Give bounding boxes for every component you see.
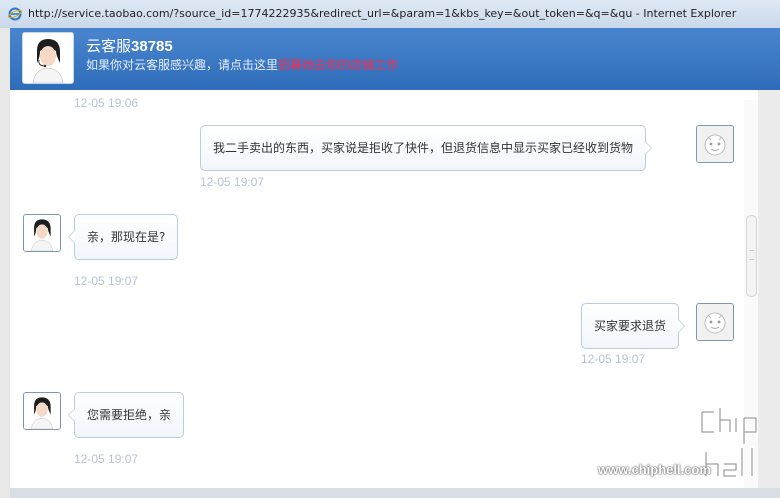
chat-header: 云客服38785 如果你对云客服感兴趣，请点击这里招募她去你的店铺工作 bbox=[10, 28, 780, 90]
agent-portrait-icon bbox=[24, 393, 60, 429]
agent-avatar-small bbox=[23, 392, 61, 430]
message-timestamp: 12-05 19:07 bbox=[581, 352, 646, 366]
recruit-text: 如果你对云客服感兴趣，请点击这里招募她去你的店铺工作 bbox=[86, 56, 398, 73]
message-timestamp: 12-05 19:06 bbox=[74, 96, 139, 110]
window-title-bar: http://service.taobao.com/?source_id=177… bbox=[0, 0, 780, 29]
recruit-link[interactable]: 招募她去你的店铺工作 bbox=[278, 58, 398, 72]
recruit-prompt: 如果你对云客服感兴趣，请点击这里 bbox=[86, 58, 279, 72]
message-timestamp: 12-05 19:07 bbox=[74, 452, 139, 466]
message-bubble-agent: 亲，那现在是? bbox=[67, 214, 179, 260]
agent-avatar bbox=[22, 32, 74, 84]
agent-avatar-small bbox=[23, 214, 61, 252]
scrollbar-thumb[interactable] bbox=[746, 215, 757, 297]
watermark-url: www.chiphell.com bbox=[598, 462, 711, 477]
message-bubble-customer: 我二手卖出的东西，买家说是拒收了快件，但退货信息中显示买家已经收到货物 bbox=[200, 125, 653, 171]
agent-name: 云客服38785 bbox=[86, 38, 173, 55]
window-title: http://service.taobao.com/?source_id=177… bbox=[28, 7, 737, 20]
message-bubble-agent: 您需要拒绝，亲 bbox=[67, 392, 185, 438]
watermark: www.chiphell.com bbox=[598, 400, 780, 498]
default-user-icon bbox=[697, 126, 733, 162]
scrollbar-grip-icon bbox=[749, 250, 754, 260]
message-timestamp: 12-05 19:07 bbox=[74, 274, 139, 288]
agent-portrait-icon bbox=[23, 33, 73, 83]
message-bubble-customer: 买家要求退货 bbox=[581, 303, 686, 349]
agent-portrait-icon bbox=[24, 215, 60, 251]
chiphell-logo-icon bbox=[700, 406, 758, 478]
internet-explorer-icon bbox=[8, 7, 22, 21]
customer-avatar bbox=[696, 125, 734, 163]
default-user-icon bbox=[697, 304, 733, 340]
customer-avatar bbox=[696, 303, 734, 341]
message-timestamp: 12-05 19:07 bbox=[200, 175, 265, 189]
